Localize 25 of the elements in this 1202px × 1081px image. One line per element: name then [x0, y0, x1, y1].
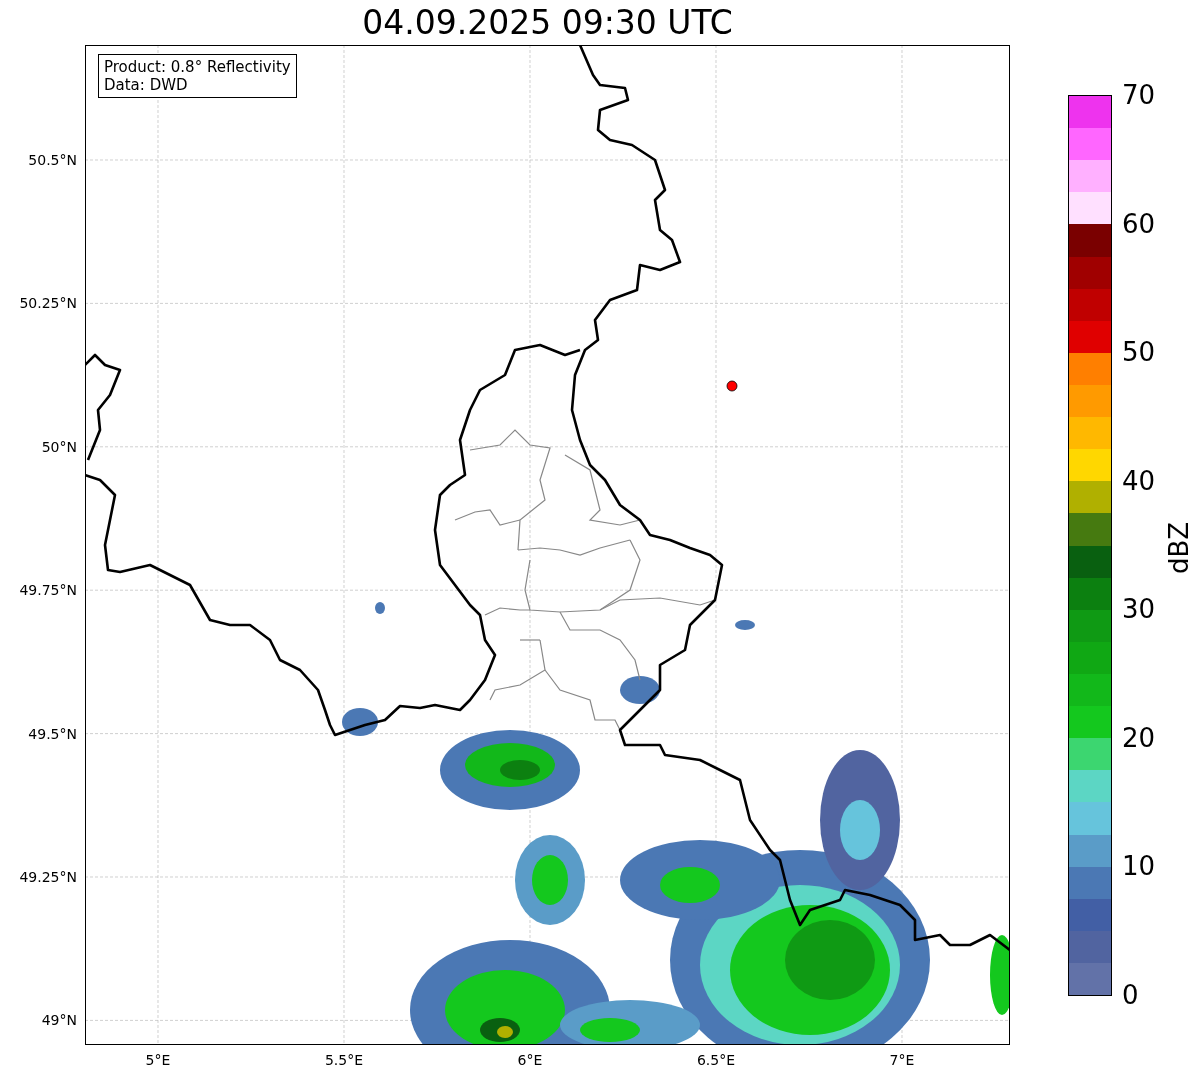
latitude-tick-label: 49.5°N [28, 726, 77, 741]
longitude-tick-label: 5°E [145, 1053, 171, 1067]
legend-text: Data: DWD [104, 76, 189, 94]
station-marker-icon [726, 380, 738, 392]
longitude-tick-label: 7°E [889, 1053, 915, 1067]
colorbar-tick-label: 40 [1122, 467, 1156, 494]
latitude-tick-label: 49.75°N [19, 583, 77, 598]
longitude-tick-label: 6°E [517, 1053, 543, 1067]
latitude-tick-label: 49°N [41, 1013, 77, 1028]
longitude-tick-label: 5.5°E [324, 1053, 364, 1067]
colorbar-tick-label: 60 [1122, 210, 1156, 237]
latitude-tick-label: 50.5°N [28, 153, 77, 167]
latitude-tick-label: 50.25°N [19, 296, 77, 311]
latitude-tick-label: 50°N [41, 439, 77, 454]
legend-text: Product: 0.8° Reflectivity [104, 58, 291, 76]
longitude-tick-label: 6.5°E [696, 1053, 736, 1067]
colorbar-axis-label: dBZ [1166, 521, 1192, 575]
colorbar-tick-label: 70 [1122, 82, 1156, 108]
latitude-tick-label: 49.25°N [19, 870, 77, 884]
colorbar-tick-label: 0 [1122, 982, 1139, 1008]
colorbar-tick-label: 50 [1122, 339, 1156, 366]
colorbar-tick-label: 20 [1122, 724, 1156, 751]
chart-title: 04.09.2025 09:30 UTC [362, 6, 733, 39]
colorbar-tick-label: 10 [1122, 853, 1156, 880]
colorbar-tick-label: 30 [1122, 596, 1156, 623]
